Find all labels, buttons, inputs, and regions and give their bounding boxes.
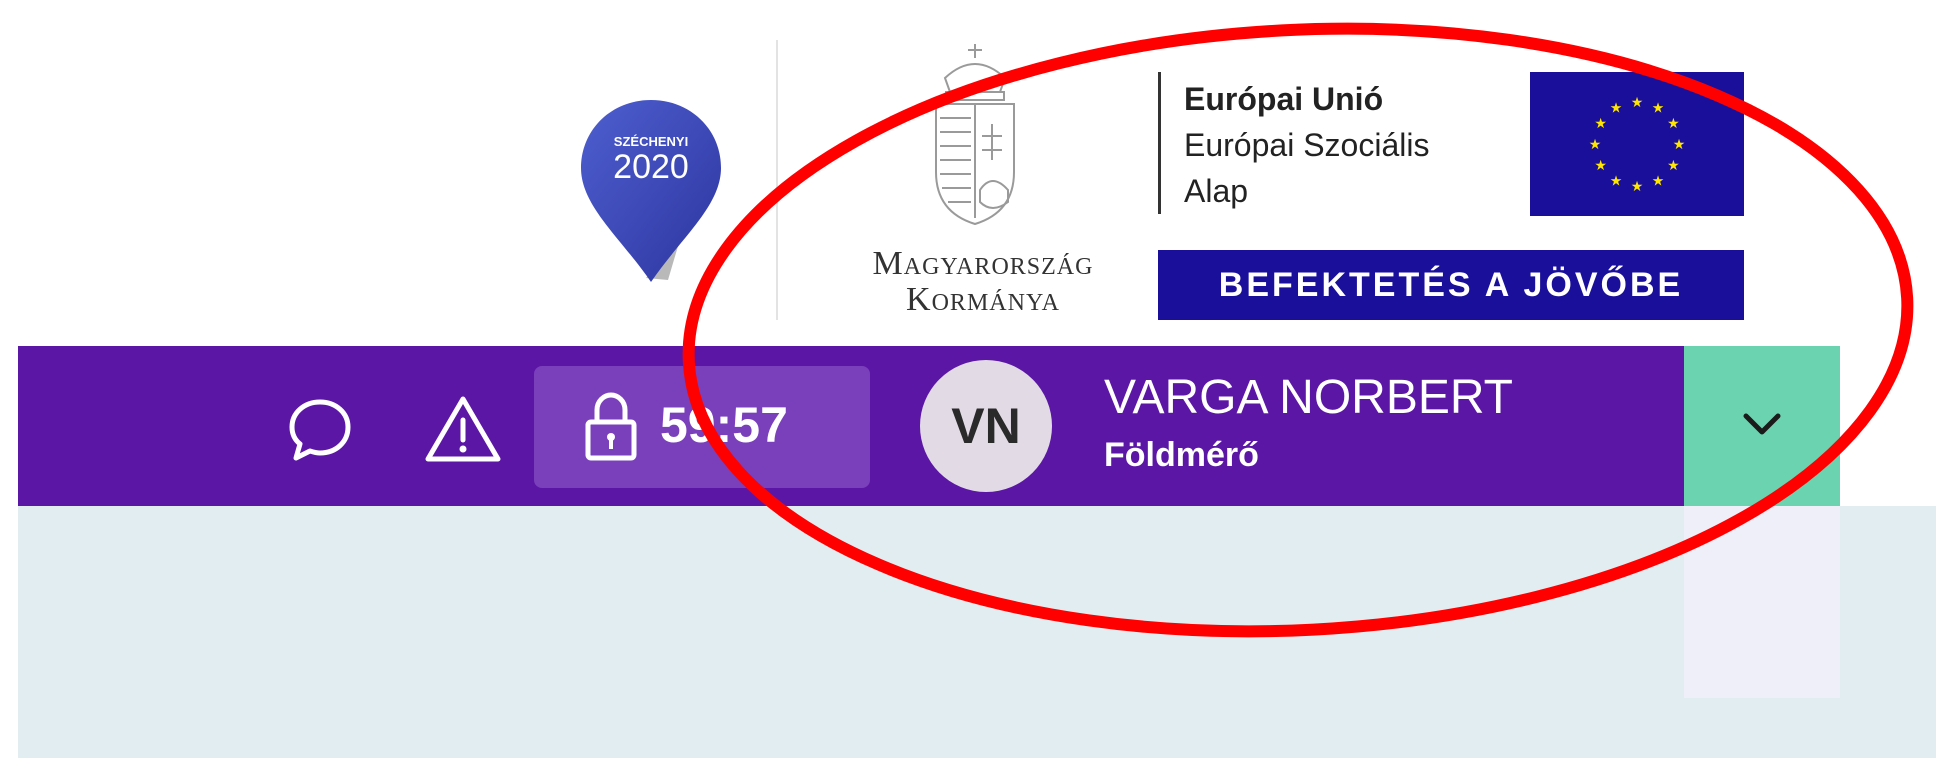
eu-text-block: Európai Unió Európai Szociális Alap xyxy=(1184,76,1429,214)
coat-of-arms-icon xyxy=(935,44,1015,226)
eu-star-icon: ★ xyxy=(1652,172,1665,188)
government-line1: Magyarország xyxy=(872,245,1094,282)
invest-slogan-text: BEFEKTETÉS A JÖVŐBE xyxy=(1218,265,1684,304)
eu-star-icon: ★ xyxy=(1589,136,1602,152)
chevron-down-icon xyxy=(1743,413,1781,435)
warning-icon[interactable] xyxy=(424,394,502,464)
government-line2: Kormánya xyxy=(906,281,1060,318)
eu-star-icon: ★ xyxy=(1594,115,1607,131)
chat-icon[interactable] xyxy=(286,396,354,464)
government-wordmark: Magyarország Kormánya xyxy=(828,246,1138,318)
user-menu-dropdown-button[interactable] xyxy=(1684,346,1840,506)
avatar[interactable]: VN xyxy=(920,360,1052,492)
eu-star-icon: ★ xyxy=(1631,94,1644,110)
dropdown-panel-strip xyxy=(1684,506,1840,698)
eu-star-icon: ★ xyxy=(1673,136,1686,152)
user-role: Földmérő xyxy=(1104,436,1259,474)
szechenyi-logo-line1: SZÉCHENYI xyxy=(614,134,688,149)
eu-star-icon: ★ xyxy=(1652,100,1665,116)
eu-star-icon: ★ xyxy=(1610,172,1623,188)
eu-star-icon: ★ xyxy=(1594,157,1607,173)
eu-title: Európai Unió xyxy=(1184,81,1384,117)
eu-line3: Alap xyxy=(1184,173,1249,209)
invest-slogan-badge: BEFEKTETÉS A JÖVŐBE xyxy=(1158,250,1744,320)
eu-star-icon: ★ xyxy=(1631,178,1644,194)
eu-star-icon: ★ xyxy=(1667,115,1680,131)
session-timer-text: 59:57 xyxy=(660,397,788,453)
header-divider xyxy=(776,40,778,320)
eu-star-icon: ★ xyxy=(1667,157,1680,173)
szechenyi-2020-logo: SZÉCHENYI 2020 xyxy=(581,100,721,282)
main-content-area xyxy=(18,506,1936,758)
lock-icon xyxy=(585,392,637,461)
eu-star-icon: ★ xyxy=(1610,100,1623,116)
user-name: VARGA NORBERT xyxy=(1104,371,1513,424)
eu-flag-icon: ★★★★★★★★★ ★ ★★ xyxy=(1530,72,1744,216)
eu-line2: Európai Szociális xyxy=(1184,127,1430,163)
avatar-initials: VN xyxy=(951,398,1021,454)
eu-divider xyxy=(1158,72,1161,214)
szechenyi-logo-line2: 2020 xyxy=(613,148,689,186)
